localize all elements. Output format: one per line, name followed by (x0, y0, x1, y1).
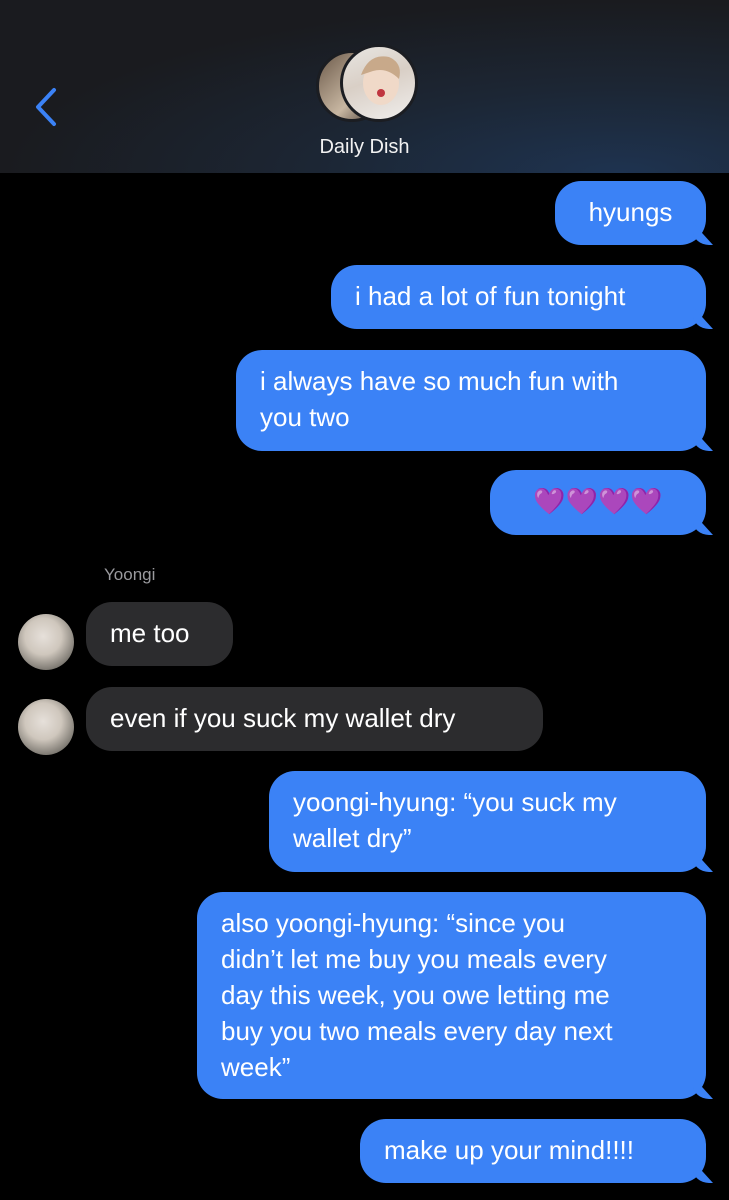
message-bubble-outgoing[interactable]: 💜💜💜💜 (490, 470, 706, 535)
avatar-portrait-icon (361, 56, 400, 105)
message-text: i always have so much fun with (260, 366, 619, 396)
message-text: yoongi-hyung: “you suck my (293, 787, 617, 817)
back-chevron-icon[interactable] (28, 84, 68, 130)
message-bubble-outgoing[interactable]: yoongi-hyung: “you suck my wallet dry” (269, 771, 706, 872)
sender-name: Yoongi (104, 565, 156, 584)
message-text: i had a lot of fun tonight (355, 281, 626, 311)
sender-avatar[interactable] (18, 614, 74, 670)
message-text: wallet dry” (293, 823, 412, 853)
message-text: even if you suck my wallet dry (110, 703, 456, 733)
group-avatars[interactable] (316, 44, 418, 126)
message-text: make up your mind!!!! (384, 1135, 634, 1165)
message-text: hyungs (588, 197, 673, 227)
purple-heart-emoji: 💜💜💜💜 (533, 486, 663, 516)
message-bubble-outgoing[interactable]: i always have so much fun with you two (236, 350, 706, 451)
message-text: day this week, you owe letting me (221, 980, 610, 1010)
chat-title[interactable]: Daily Dish (0, 136, 729, 159)
message-text: week” (221, 1052, 291, 1082)
message-bubble-outgoing[interactable]: also yoongi-hyung: “since you didn’t let… (197, 892, 706, 1099)
message-text: also yoongi-hyung: “since you (221, 908, 565, 938)
message-text: didn’t let me buy you meals every (221, 944, 607, 974)
message-text: you two (260, 402, 350, 432)
member-avatar (340, 44, 418, 122)
message-text: buy you two meals every day next (221, 1016, 613, 1046)
message-text: me too (110, 618, 190, 648)
message-bubble-outgoing[interactable]: i had a lot of fun tonight (331, 265, 706, 329)
message-bubble-outgoing[interactable]: hyungs (555, 181, 706, 245)
chat-header: Daily Dish (0, 0, 729, 173)
sender-avatar[interactable] (18, 699, 74, 755)
message-bubble-incoming[interactable]: me too (86, 602, 233, 666)
message-bubble-incoming[interactable]: even if you suck my wallet dry (86, 687, 543, 751)
message-bubble-outgoing[interactable]: make up your mind!!!! (360, 1119, 706, 1183)
